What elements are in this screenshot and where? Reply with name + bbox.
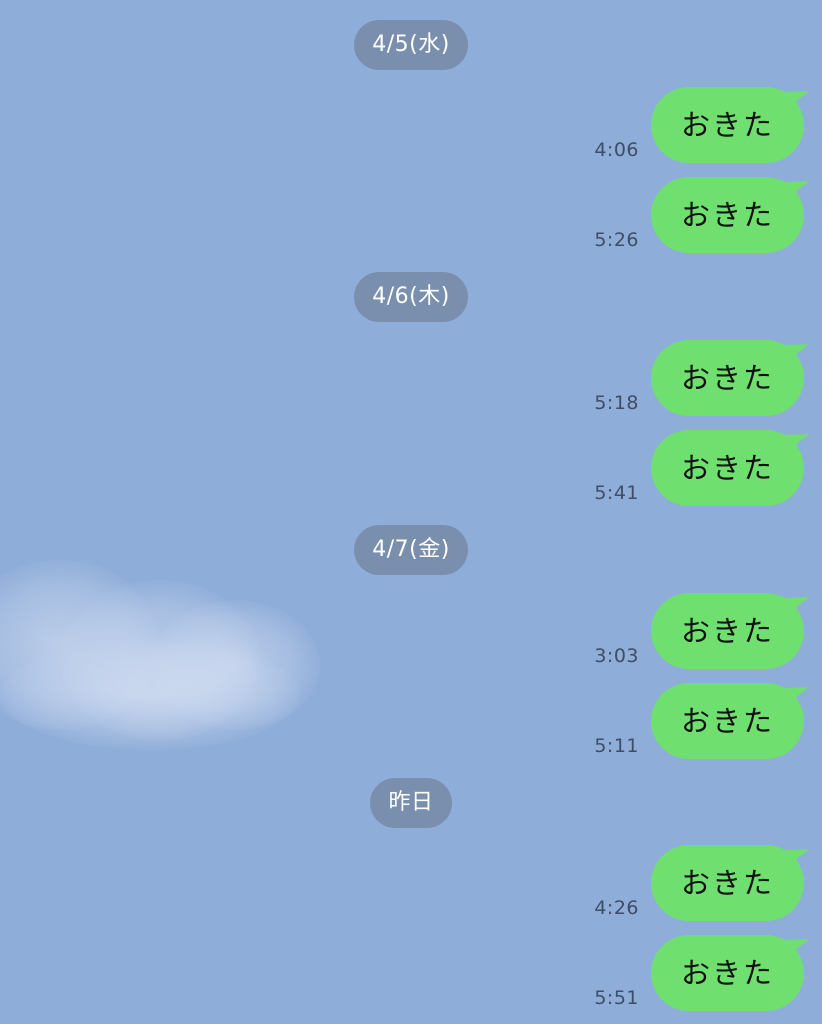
message-time: 5:41 [594, 482, 639, 504]
message-bubble[interactable]: おきた [651, 683, 804, 759]
message-bubble[interactable]: おきた [651, 935, 804, 1011]
message-bubble[interactable]: おきた [651, 430, 804, 506]
message-time: 4:06 [594, 139, 639, 161]
message-time: 5:11 [594, 735, 639, 757]
date-separator: 昨日 [370, 778, 452, 828]
message-time: 4:26 [594, 897, 639, 919]
chat-message[interactable]: 5:51 おきた [0, 928, 822, 1011]
chat-message[interactable]: 5:41 おきた [0, 423, 822, 506]
chat-message[interactable]: 5:26 おきた [0, 170, 822, 253]
message-bubble[interactable]: おきた [651, 593, 804, 669]
message-time: 5:26 [594, 229, 639, 251]
message-bubble[interactable]: おきた [651, 845, 804, 921]
message-bubble[interactable]: おきた [651, 177, 804, 253]
date-separator: 4/7(金) [354, 525, 468, 575]
message-bubble[interactable]: おきた [651, 340, 804, 416]
message-time: 5:18 [594, 392, 639, 414]
message-bubble[interactable]: おきた [651, 87, 804, 163]
date-separator: 4/5(水) [354, 20, 468, 70]
chat-message[interactable]: 5:11 おきた [0, 676, 822, 759]
chat-message[interactable]: 4:26 おきた [0, 838, 822, 921]
chat-message[interactable]: 4:06 おきた [0, 80, 822, 163]
chat-message[interactable]: 5:18 おきた [0, 333, 822, 416]
chat-message[interactable]: 3:03 おきた [0, 586, 822, 669]
message-time: 3:03 [594, 645, 639, 667]
message-time: 5:51 [594, 987, 639, 1009]
date-separator: 4/6(木) [354, 272, 468, 322]
chat-timeline[interactable]: 4/5(水) 4:06 おきた 5:26 おきた 4/6(木) 5:18 おきた… [0, 0, 822, 1024]
